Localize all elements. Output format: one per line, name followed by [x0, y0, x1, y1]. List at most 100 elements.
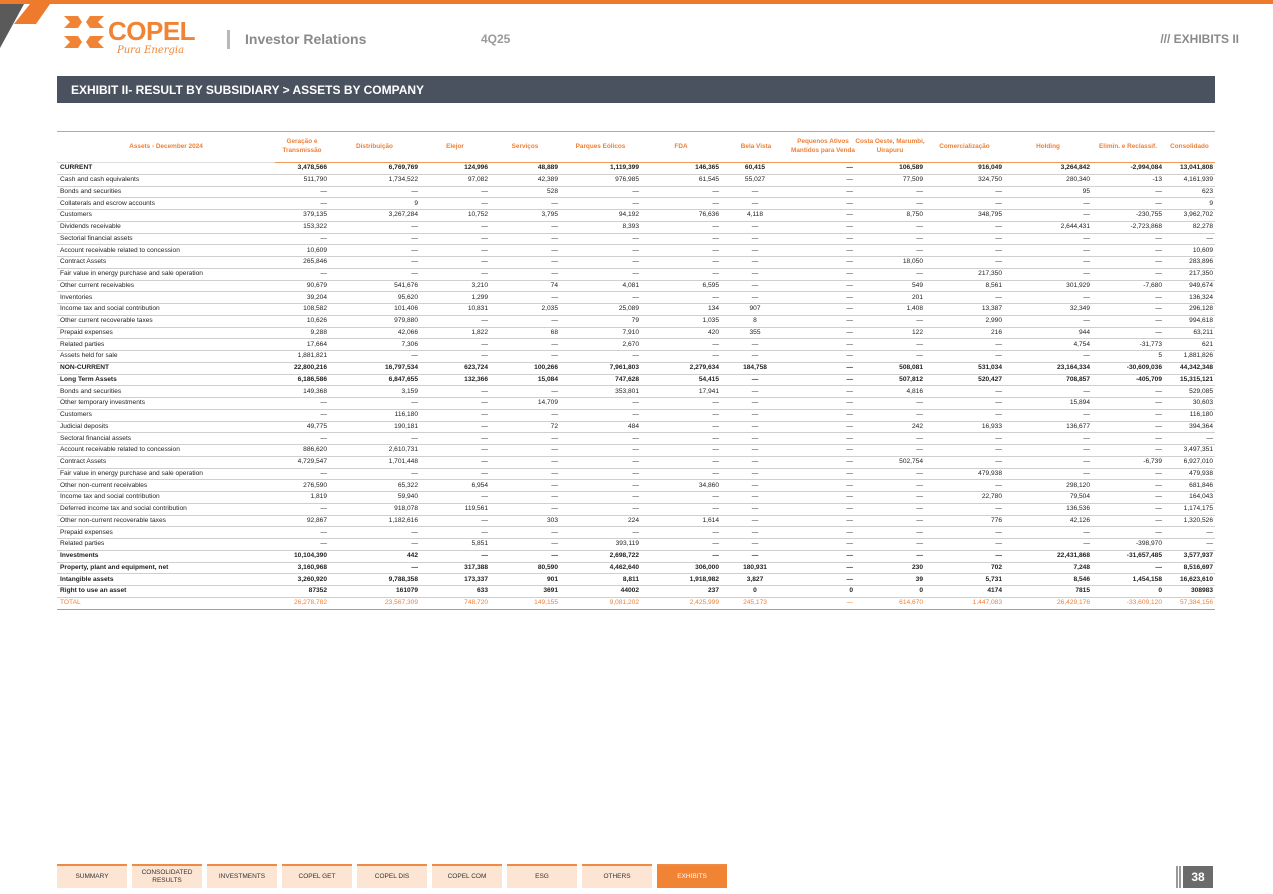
cell-value: 95,620: [329, 291, 420, 304]
cell-value: 153,322: [275, 221, 329, 234]
cell-value: —: [490, 291, 560, 304]
cell-value: —: [1092, 491, 1164, 504]
cell-value: 15,894: [1004, 397, 1092, 410]
row-label: Inventories: [57, 291, 275, 304]
cell-value: 60,415: [721, 162, 791, 175]
cell-value: 1,822: [420, 327, 490, 340]
cell-value: 298,120: [1004, 479, 1092, 492]
cell-value: 13,041,808: [1164, 162, 1215, 175]
nav-tab-copel-com[interactable]: COPEL COM: [432, 864, 502, 888]
cell-value: 10,831: [420, 303, 490, 316]
cell-value: —: [641, 409, 721, 422]
cell-value: —: [560, 444, 641, 457]
table-row: Related parties — —5,851—393,119— — — — — — -398…: [57, 538, 1215, 551]
cell-value: —: [641, 197, 721, 210]
cell-value: -6,739: [1092, 456, 1164, 469]
table-row: Other non-current receivables 276,590 65,3…: [57, 479, 1215, 492]
cell-value: —: [1092, 244, 1164, 257]
cell-value: 949,674: [1164, 280, 1215, 293]
cell-value: —: [1092, 268, 1164, 281]
cell-value: 531,034: [925, 362, 1004, 375]
cell-value: 280,340: [1004, 174, 1092, 187]
cell-value: 4,081: [560, 280, 641, 293]
cell-value: 201: [855, 291, 925, 304]
nav-tab-others[interactable]: OTHERS: [582, 864, 652, 888]
cell-value: —: [1164, 526, 1215, 539]
row-label: Contract Assets: [57, 456, 275, 469]
cell-value: —: [855, 244, 925, 257]
row-label: Bonds and securities: [57, 186, 275, 199]
cell-value: 633: [420, 585, 490, 598]
row-label: NON-CURRENT: [57, 362, 275, 375]
cell-value: —: [329, 432, 420, 445]
cell-value: 3,160,968: [275, 562, 329, 575]
cell-value: 10,752: [420, 209, 490, 222]
column-header: Bela Vista: [721, 131, 791, 163]
cell-value: —: [721, 256, 791, 269]
cell-value: —: [855, 432, 925, 445]
cell-value: —: [791, 303, 855, 316]
section-nav: SUMMARY CONSOLIDATED RESULTS INVESTMENTS CO…: [57, 864, 727, 888]
nav-tab-exhibits[interactable]: EXHIBITS: [657, 864, 727, 888]
cell-value: —: [721, 291, 791, 304]
cell-value: 6,847,655: [329, 374, 420, 387]
cell-value: 6,186,586: [275, 374, 329, 387]
cell-value: —: [420, 315, 490, 328]
cell-value: —: [721, 397, 791, 410]
cell-value: —: [560, 268, 641, 281]
nav-tab-consolidated-results[interactable]: CONSOLIDATED RESULTS: [132, 864, 202, 888]
cell-value: 3,260,920: [275, 573, 329, 586]
cell-value: —: [925, 291, 1004, 304]
cell-value: —: [855, 503, 925, 516]
cell-value: —: [275, 186, 329, 199]
cell-value: —: [791, 362, 855, 375]
row-label: Deferred income tax and social contribut…: [57, 503, 275, 516]
column-header: Elimin. e Reclassif.: [1092, 131, 1164, 163]
nav-tab-esg[interactable]: ESG: [507, 864, 577, 888]
cell-value: —: [420, 456, 490, 469]
cell-value: —: [1004, 409, 1092, 422]
column-header: Holding: [1004, 131, 1092, 163]
cell-value: —: [855, 515, 925, 528]
cell-value: 55,027: [721, 174, 791, 187]
cell-value: —: [490, 315, 560, 328]
column-header: Elejor: [420, 131, 490, 163]
cell-value: —: [1092, 197, 1164, 210]
cell-value: —: [420, 338, 490, 351]
cell-value: —: [560, 244, 641, 257]
cell-value: —: [490, 538, 560, 551]
nav-tab-copel-dis[interactable]: COPEL DIS: [357, 864, 427, 888]
cell-value: 379,135: [275, 209, 329, 222]
cell-value: 9,081,202: [560, 596, 641, 610]
cell-value: —: [721, 550, 791, 563]
cell-value: —: [490, 432, 560, 445]
cell-value: —: [490, 409, 560, 422]
cell-value: —: [275, 233, 329, 246]
cell-value: —: [490, 456, 560, 469]
cell-value: —: [1092, 409, 1164, 422]
cell-value: —: [1004, 350, 1092, 363]
cell-value: 0: [1092, 585, 1164, 598]
cell-value: —: [721, 479, 791, 492]
cell-value: 9: [1164, 197, 1215, 210]
row-label: Sectoral financial assets: [57, 432, 275, 445]
table-row: Income tax and social contribution 108,58…: [57, 303, 1215, 316]
cell-value: —: [329, 244, 420, 257]
cell-value: 80,590: [490, 562, 560, 575]
table-row: Sectoral financial assets — — — — — — — — — — — — —: [57, 432, 1215, 445]
nav-tab-investments[interactable]: INVESTMENTS: [207, 864, 277, 888]
cell-value: 5,731: [925, 573, 1004, 586]
column-header: Geração e Transmissão: [275, 131, 329, 163]
row-label: Income tax and social contribution: [57, 303, 275, 316]
cell-value: 528: [490, 186, 560, 199]
nav-tab-copel-get[interactable]: COPEL GET: [282, 864, 352, 888]
page-banner: EXHIBIT II- RESULT BY SUBSIDIARY > ASSET…: [57, 76, 1215, 103]
cell-value: 245,173: [721, 596, 791, 610]
cell-value: —: [925, 338, 1004, 351]
cell-value: —: [490, 268, 560, 281]
cell-value: —: [329, 186, 420, 199]
nav-tab-summary[interactable]: SUMMARY: [57, 864, 127, 888]
cell-value: 4,729,547: [275, 456, 329, 469]
column-header: Distribuição: [329, 131, 420, 163]
cell-value: 4,816: [855, 385, 925, 398]
